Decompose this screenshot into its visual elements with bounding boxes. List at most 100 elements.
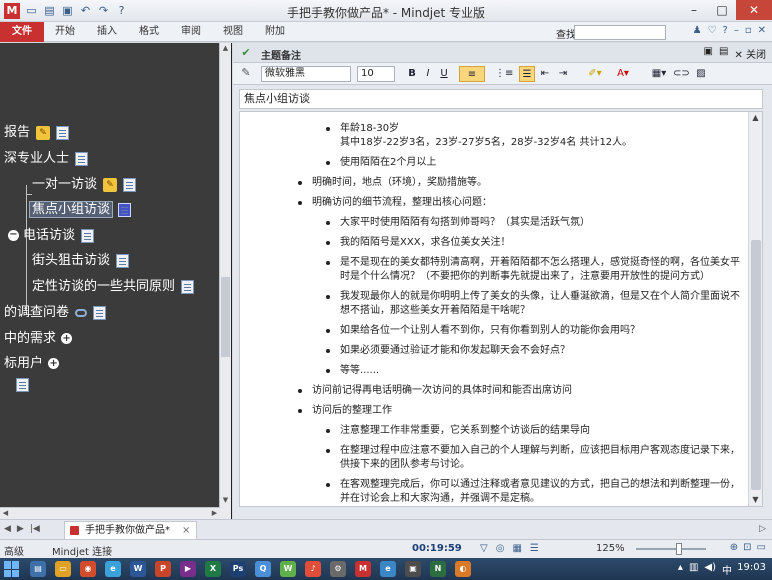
ribbon-tab[interactable]: 视图	[212, 22, 254, 42]
italic-button[interactable]: I	[421, 66, 435, 82]
wechat-app-icon[interactable]: W	[280, 561, 296, 577]
ribbon-close-icon[interactable]: ✕	[758, 25, 766, 36]
notes-pin-icon[interactable]: ▣	[704, 46, 713, 61]
doc-list-icon[interactable]: |◀	[30, 524, 40, 534]
chrome-app-icon[interactable]: ◉	[80, 561, 96, 577]
ie-app-icon[interactable]: e	[380, 561, 396, 577]
browser-app-icon[interactable]: e	[105, 561, 121, 577]
font-size-select[interactable]: 10	[357, 66, 395, 82]
ribbon-tab[interactable]: 插入	[86, 22, 128, 42]
zoom-in-icon[interactable]: ⊕	[730, 542, 738, 553]
powerpoint-app-icon[interactable]: P	[155, 561, 171, 577]
map-node-experts[interactable]: 深专业人士	[4, 147, 89, 166]
network-icon[interactable]: ▥	[689, 562, 698, 577]
numbered-list-button[interactable]: ⋮≡	[495, 66, 513, 82]
netease-app-icon[interactable]: ♪	[305, 561, 321, 577]
notes-dock-icon[interactable]: ▤	[719, 46, 728, 61]
ribbon-tab[interactable]: 文件	[0, 22, 44, 42]
status-level[interactable]: 高级	[4, 543, 24, 558]
table-button[interactable]: ▦▾	[649, 66, 669, 82]
bold-button[interactable]: B	[405, 66, 419, 82]
map-horizontal-scrollbar[interactable]: ◀ ▶	[0, 507, 220, 519]
map-node-one-on-one[interactable]: 一对一访谈 ✎	[32, 173, 137, 192]
scroll-up-icon[interactable]: ▲	[220, 43, 231, 54]
align-left-button[interactable]: ≡	[459, 66, 485, 82]
explorer-app-icon[interactable]: ▤	[30, 561, 46, 577]
next-doc-icon[interactable]: ▶	[17, 524, 24, 534]
start-button[interactable]	[4, 561, 20, 577]
map-node-street[interactable]: 街头狙击访谈	[32, 249, 130, 268]
filter-icon[interactable]: ▽	[480, 543, 488, 554]
scroll-down-icon[interactable]: ▼	[220, 495, 231, 506]
bullet-list-button[interactable]: ☰	[519, 66, 535, 82]
map-vertical-scrollbar[interactable]: ▲ ▼	[219, 43, 231, 519]
format-painter-icon[interactable]: ✎	[239, 66, 253, 82]
scroll-thumb[interactable]	[751, 240, 761, 490]
ribbon-tab[interactable]: 格式	[128, 22, 170, 42]
maximize-button[interactable]: □	[708, 0, 736, 20]
doc-scroll-right-icon[interactable]: ▷	[759, 524, 766, 534]
notes-app-icon[interactable]: N	[430, 561, 446, 577]
decrease-indent-button[interactable]: ⇤	[537, 66, 553, 82]
increase-indent-button[interactable]: ⇥	[555, 66, 571, 82]
tray-expand-icon[interactable]: ▴	[678, 562, 683, 577]
fit-map-icon[interactable]: ⊡	[743, 542, 751, 553]
folder-app-icon[interactable]: ▭	[55, 561, 71, 577]
status-mindjet-connect[interactable]: Mindjet 连接	[52, 543, 112, 558]
taskbar-clock[interactable]: 19:03	[737, 562, 766, 573]
first-doc-icon[interactable]: ◀	[4, 524, 11, 534]
ribbon-tab[interactable]: 审阅	[170, 22, 212, 42]
map-node-needs[interactable]: 中的需求 +	[4, 327, 73, 346]
scroll-left-icon[interactable]: ◀	[0, 508, 11, 519]
close-window-button[interactable]: ✕	[736, 0, 772, 20]
map-node-focus-group[interactable]: 焦点小组访谈	[28, 198, 132, 218]
view-map-icon[interactable]: ▦	[512, 543, 521, 554]
notes-editor[interactable]: 年龄18-30岁 其中18岁-22岁3名，23岁-27岁5名，28岁-32岁4名…	[239, 111, 763, 507]
map-node-phone[interactable]: − 电话访谈	[8, 224, 95, 243]
expand-icon[interactable]: +	[61, 333, 73, 344]
map-node-survey[interactable]: 的调查问卷	[4, 301, 107, 320]
photoshop-app-icon[interactable]: Ps	[230, 561, 246, 577]
notes-vertical-scrollbar[interactable]: ▲ ▼	[748, 112, 762, 506]
map-node-report[interactable]: 报告 ✎	[4, 121, 70, 140]
scroll-down-icon[interactable]: ▼	[749, 494, 762, 506]
document-tab[interactable]: 手把手教你做产品* ×	[64, 521, 198, 539]
terminal-app-icon[interactable]: ▣	[405, 561, 421, 577]
ribbon-minimize-icon[interactable]: –	[734, 25, 739, 36]
account-icon[interactable]: ♟	[693, 25, 702, 36]
collapse-icon[interactable]: −	[8, 230, 19, 241]
font-family-select[interactable]: 微软雅黑	[261, 66, 351, 82]
mindjet-taskbar-icon[interactable]: M	[355, 561, 371, 577]
ribbon-tab[interactable]: 附加	[254, 22, 296, 42]
font-color-button[interactable]: A▾	[613, 66, 633, 82]
focus-icon[interactable]: ◎	[496, 543, 505, 554]
word-app-icon[interactable]: W	[130, 561, 146, 577]
scroll-thumb[interactable]	[221, 277, 230, 357]
expand-icon[interactable]: +	[48, 358, 60, 369]
map-node-target-users[interactable]: 标用户 +	[4, 352, 60, 371]
map-node-orphan-note[interactable]	[10, 377, 29, 392]
minimize-button[interactable]: –	[680, 0, 708, 20]
volume-icon[interactable]: ◀)	[704, 562, 716, 577]
scroll-right-icon[interactable]: ▶	[209, 508, 220, 519]
settings-app-icon[interactable]: ⚙	[330, 561, 346, 577]
zoom-slider-knob[interactable]	[676, 543, 682, 555]
image-button[interactable]: ▨	[693, 66, 709, 82]
map-node-principles[interactable]: 定性访谈的一些共同原则	[32, 275, 195, 294]
find-input[interactable]	[574, 25, 666, 40]
notes-close-button[interactable]: ✕ 关闭	[734, 46, 766, 61]
underline-button[interactable]: U	[437, 66, 451, 82]
mind-map-canvas[interactable]: 报告 ✎ 深专业人士 一对一访谈 ✎ 焦点小组访谈 − 电话访谈 街头狙击访谈 定性访…	[0, 43, 232, 519]
qq-app-icon[interactable]: Q	[255, 561, 271, 577]
help-circle-icon[interactable]: ?	[723, 25, 728, 36]
heart-icon[interactable]: ♡	[708, 25, 717, 36]
excel-app-icon[interactable]: X	[205, 561, 221, 577]
firefox-app-icon[interactable]: ◐	[455, 561, 471, 577]
hyperlink-button[interactable]: ⊂⊃	[673, 66, 690, 82]
view-outline-icon[interactable]: ☰	[530, 543, 539, 554]
document-tab-close[interactable]: ×	[182, 525, 190, 536]
ribbon-tab[interactable]: 开始	[44, 22, 86, 42]
ime-indicator[interactable]: 中	[722, 562, 732, 577]
highlight-color-button[interactable]: ✐▾	[585, 66, 605, 82]
scroll-up-icon[interactable]: ▲	[749, 112, 762, 124]
